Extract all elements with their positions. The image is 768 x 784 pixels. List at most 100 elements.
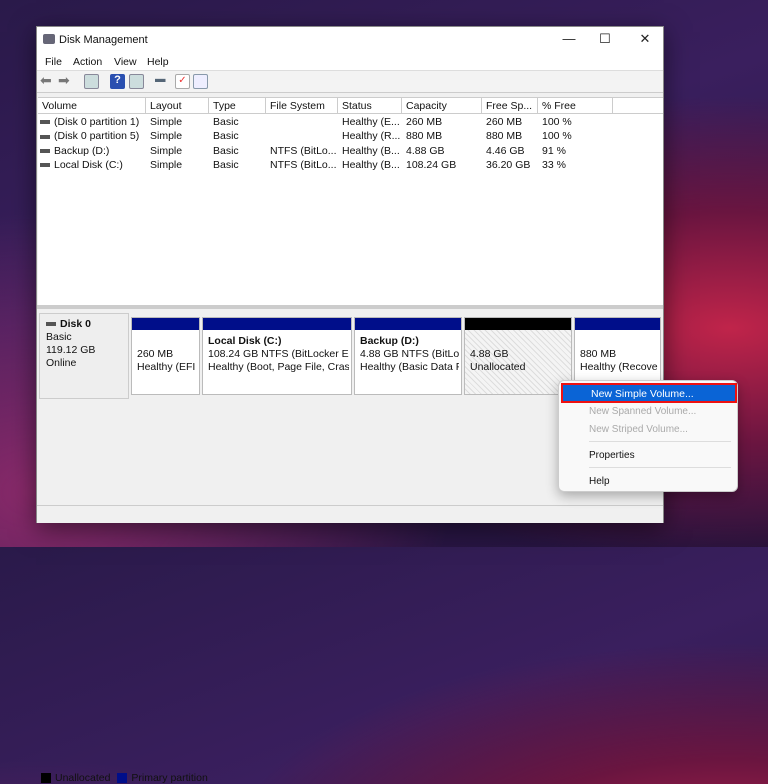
cell-text: 108.24 GB: [406, 158, 457, 171]
menu-help[interactable]: Help: [147, 56, 169, 68]
status-bar: [37, 505, 663, 523]
volume-icon: [40, 163, 50, 168]
menu-file[interactable]: File: [45, 56, 62, 68]
table-row[interactable]: Backup (D:) Simple Basic NTFS (BitLo... Heal…: [38, 145, 663, 159]
table-cell: Healthy (B...: [342, 145, 402, 159]
column-header-status[interactable]: Status: [338, 98, 402, 114]
cell-text: Simple: [150, 144, 183, 157]
table-cell: Basic: [213, 159, 266, 173]
maximize-button[interactable]: ☐: [595, 31, 615, 49]
partition-bar: [575, 318, 660, 330]
cell-text: 33 %: [542, 158, 566, 171]
partition-title: Backup (D:): [360, 335, 419, 347]
partition[interactable]: Local Disk (C:) 108.24 GB NTFS (BitLocker…: [202, 317, 352, 395]
table-cell: NTFS (BitLo...: [270, 159, 338, 173]
table-row[interactable]: (Disk 0 partition 1) Simple Basic Healthy (…: [38, 116, 663, 130]
volume-icon: [40, 134, 50, 139]
table-cell: 4.46 GB: [486, 145, 538, 159]
partition-bar: [355, 318, 461, 330]
partition-size: 260 MB: [137, 348, 174, 360]
partition-size: 4.88 GB NTFS (BitLock: [360, 348, 459, 360]
forward-icon[interactable]: ➡: [58, 72, 73, 88]
disk-icon: [46, 322, 56, 327]
menu-view[interactable]: View: [114, 56, 137, 68]
table-cell: 880 MB: [406, 130, 482, 144]
table-cell: 260 MB: [486, 116, 538, 130]
cell-text: Basic: [213, 158, 239, 171]
cell-text: 880 MB: [486, 130, 523, 143]
cell-text: NTFS (BitLo...: [270, 158, 337, 171]
connect-disk-icon[interactable]: ▬: [155, 73, 170, 88]
partition-status: Healthy (Basic Data Pa: [360, 361, 459, 373]
column-header-layout[interactable]: Layout: [146, 98, 209, 114]
table-cell: Basic: [213, 130, 266, 144]
table-row[interactable]: Local Disk (C:) Simple Basic NTFS (BitLo...…: [38, 159, 663, 173]
menu-item-help[interactable]: Help: [589, 476, 610, 487]
action-pane-icon[interactable]: [129, 74, 144, 89]
column-header-type[interactable]: Type: [209, 98, 266, 114]
cell-text: Simple: [150, 158, 183, 171]
menu-item-new-spanned-volume: New Spanned Volume...: [589, 406, 697, 417]
partition-title: [470, 335, 569, 348]
table-cell: [270, 116, 338, 130]
unallocated-partition[interactable]: 4.88 GB Unallocated: [464, 317, 572, 395]
column-header-percent-free[interactable]: % Free: [538, 98, 613, 114]
table-cell: NTFS (BitLo...: [270, 145, 338, 159]
cell-text: Basic: [213, 144, 239, 157]
disk-0-label[interactable]: Disk 0 Basic 119.12 GB Online: [39, 313, 129, 399]
cell-text: Basic: [213, 116, 239, 128]
table-cell: 108.24 GB: [406, 159, 482, 173]
legend-unallocated: Unallocated: [55, 772, 111, 784]
minimize-button[interactable]: —: [559, 31, 579, 49]
partition-info: 4.88 GB Unallocated: [470, 335, 569, 374]
table-row[interactable]: (Disk 0 partition 5) Simple Basic Healthy (…: [38, 130, 663, 144]
partition-status: Healthy (Boot, Page File, Crash: [208, 361, 349, 373]
menu-action[interactable]: Action: [73, 56, 102, 68]
partition-size: 108.24 GB NTFS (BitLocker Enc: [208, 348, 349, 360]
cell-text: Local Disk (C:): [54, 158, 123, 171]
column-header-volume[interactable]: Volume: [38, 98, 146, 114]
partition-title: Local Disk (C:): [208, 335, 282, 347]
close-button[interactable]: ✕: [635, 31, 655, 49]
check-icon[interactable]: ✓: [175, 74, 190, 89]
cell-text: Healthy (B...: [342, 158, 400, 171]
table-cell: 91 %: [542, 145, 613, 159]
window-title: Disk Management: [59, 34, 148, 46]
cell-text: 100 %: [542, 130, 572, 143]
table-cell: 33 %: [542, 159, 613, 173]
cell-text: Simple: [150, 116, 183, 128]
table-cell: Simple: [150, 159, 209, 173]
show-hide-console-icon[interactable]: [84, 74, 99, 89]
cell-text: Simple: [150, 130, 183, 143]
partition-size: 880 MB: [580, 348, 617, 360]
menu-bar: File Action View Help: [37, 53, 663, 71]
legend-primary: Primary partition: [131, 772, 208, 784]
menu-item-properties[interactable]: Properties: [589, 450, 635, 461]
partition[interactable]: 260 MBHealthy (EFI S: [131, 317, 200, 395]
disk-size: 119.12 GB: [46, 344, 96, 356]
help-icon[interactable]: ?: [110, 74, 125, 89]
table-cell: 880 MB: [486, 130, 538, 144]
legend: Unallocated Primary partition: [41, 772, 208, 784]
table-cell: Backup (D:): [40, 145, 144, 159]
column-header-capacity[interactable]: Capacity: [402, 98, 482, 114]
volume-icon: [40, 120, 50, 125]
table-cell: Simple: [150, 130, 209, 144]
cell-text: Backup (D:): [54, 144, 110, 157]
cell-text: 260 MB: [486, 116, 523, 128]
table-cell: Simple: [150, 145, 209, 159]
column-header-free-space[interactable]: Free Sp...: [482, 98, 538, 114]
table-cell: Basic: [213, 145, 266, 159]
column-header-file-system[interactable]: File System: [266, 98, 338, 114]
menu-item-new-simple-volume[interactable]: New Simple Volume...: [561, 383, 737, 403]
disk-type: Basic: [46, 331, 72, 343]
table-cell: 4.88 GB: [406, 145, 482, 159]
partition-bar: [132, 318, 199, 330]
cell-text: 4.46 GB: [486, 144, 525, 157]
cell-text: (Disk 0 partition 5): [54, 130, 140, 143]
properties-icon[interactable]: [193, 74, 208, 89]
table-cell: Healthy (B...: [342, 159, 402, 173]
table-cell: Healthy (E...: [342, 116, 402, 130]
back-icon[interactable]: ⬅: [40, 72, 55, 88]
partition[interactable]: Backup (D:) 4.88 GB NTFS (BitLock Healthy …: [354, 317, 462, 395]
